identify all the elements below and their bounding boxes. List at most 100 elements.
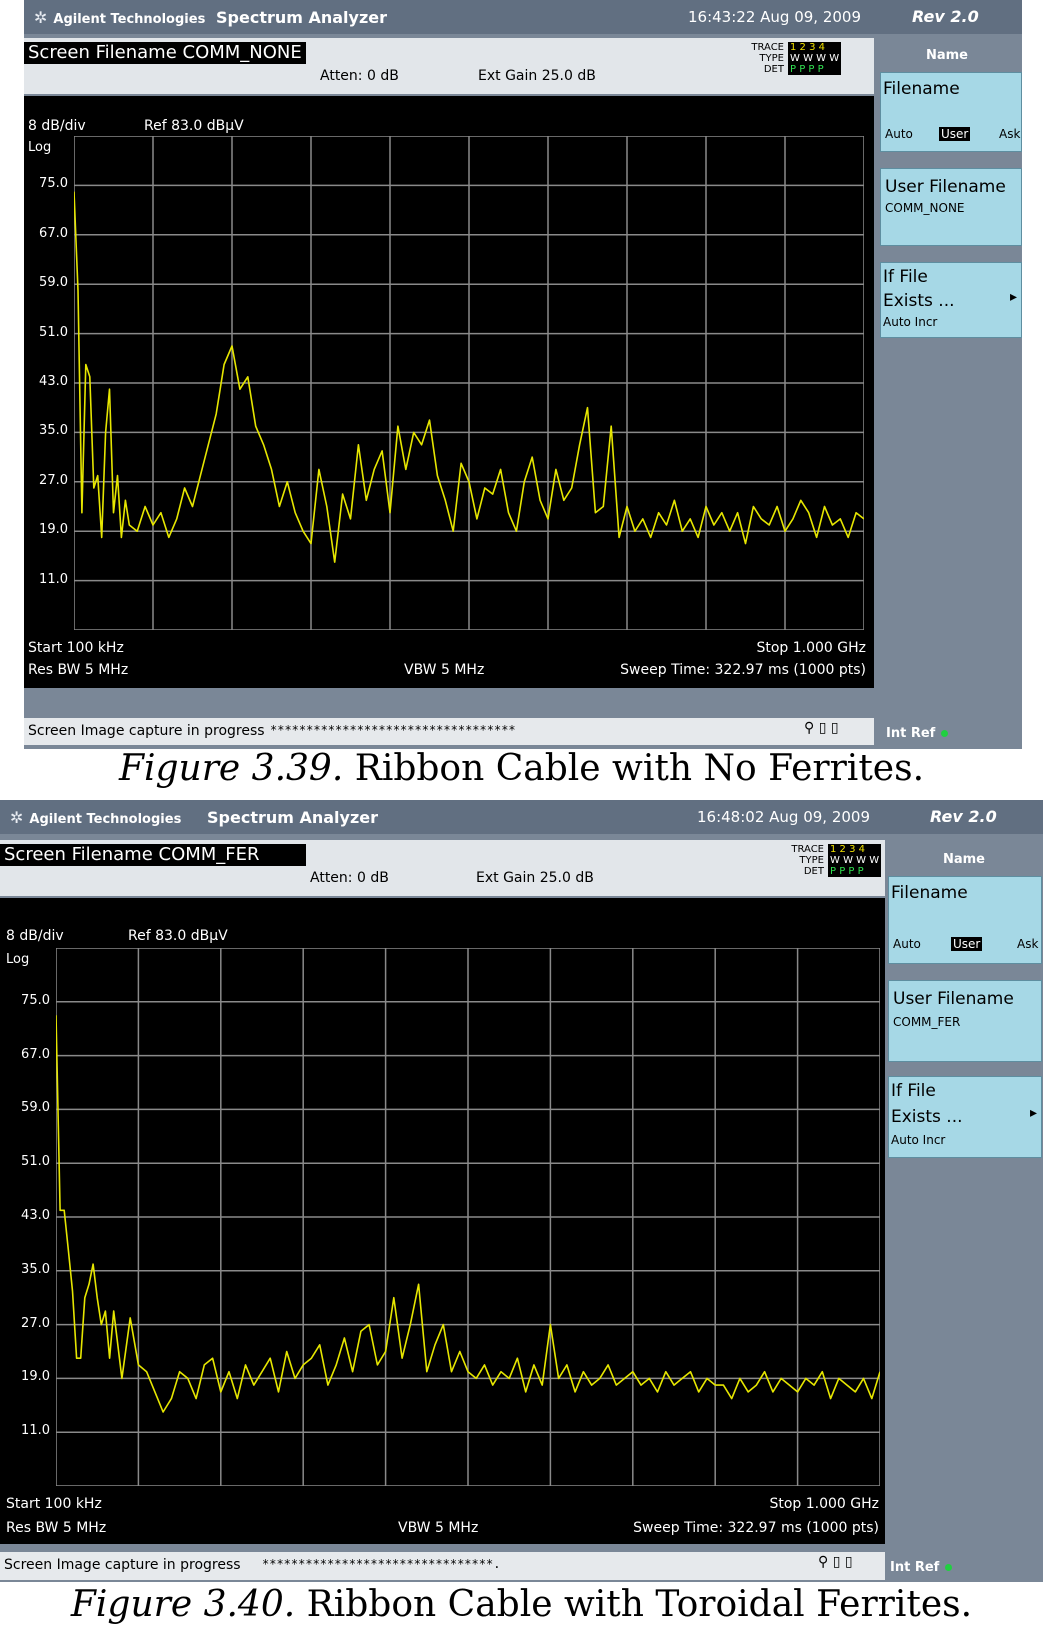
display-area: 8 dB/div Ref 83.0 dBµV Log 75.0 67.0 59.0 5… bbox=[24, 96, 874, 688]
status-progress: ********************************** bbox=[270, 723, 516, 737]
y-tick-label: 75.0 bbox=[21, 992, 50, 1008]
y-tick-label: 19.0 bbox=[21, 1369, 50, 1385]
softkey-user-filename[interactable]: User Filename COMM_NONE bbox=[880, 168, 1022, 246]
y-tick-label: 27.0 bbox=[21, 1315, 50, 1331]
video-bandwidth: VBW 5 MHz bbox=[404, 662, 485, 678]
y-tick-label: 19.0 bbox=[39, 522, 68, 538]
settings-bar: Screen Filename COMM_NONE Atten: 0 dB Ex… bbox=[24, 38, 874, 94]
y-tick-label: 35.0 bbox=[21, 1261, 50, 1277]
scale-per-division: 8 dB/div bbox=[28, 118, 86, 134]
scale-per-division: 8 dB/div bbox=[6, 928, 64, 944]
spectrum-plot bbox=[56, 948, 880, 1486]
spectrum-plot bbox=[74, 136, 864, 630]
app-title: Spectrum Analyzer bbox=[216, 8, 388, 27]
trace-types: W W W W bbox=[830, 855, 880, 866]
agilent-logo: ✲ Agilent Technologies bbox=[34, 8, 205, 27]
trace-label: TRACE bbox=[751, 42, 784, 53]
softkey-user-filename-label: User Filename bbox=[893, 989, 1014, 1009]
det-label: DET bbox=[763, 64, 784, 75]
softkey-filename-label: Filename bbox=[891, 883, 968, 903]
screen-filename: Screen Filename COMM_FER bbox=[0, 844, 306, 866]
option-user[interactable]: User bbox=[951, 937, 983, 951]
title-bar: ✲ Agilent Technologies Spectrum Analyzer … bbox=[0, 800, 1043, 834]
y-tick-label: 43.0 bbox=[39, 374, 68, 389]
scale-type: Log bbox=[28, 140, 52, 155]
softkey-filename[interactable]: Filename Auto User Ask bbox=[880, 72, 1022, 152]
analyzer-screenshot-2: ✲ Agilent Technologies Spectrum Analyzer … bbox=[0, 800, 1043, 1582]
screen-filename: Screen Filename COMM_NONE bbox=[24, 42, 306, 64]
int-ref-label: Int Ref bbox=[886, 726, 936, 741]
revision-label: Rev 2.0 bbox=[930, 807, 997, 826]
option-user[interactable]: User bbox=[939, 127, 971, 141]
agilent-spark-icon: ✲ bbox=[10, 808, 24, 827]
stop-frequency: Stop 1.000 GHz bbox=[769, 1496, 879, 1512]
status-led-icon bbox=[941, 730, 949, 737]
y-tick-label: 59.0 bbox=[21, 1100, 50, 1116]
app-title: Spectrum Analyzer bbox=[207, 808, 379, 827]
trace-numbers: 1 2 3 4 bbox=[830, 844, 865, 855]
reference-level: Ref 83.0 dBµV bbox=[128, 928, 228, 944]
scale-type: Log bbox=[6, 952, 30, 967]
trace-numbers: 1 2 3 4 bbox=[790, 42, 825, 53]
y-tick-label: 35.0 bbox=[39, 423, 68, 439]
option-ask[interactable]: Ask bbox=[999, 127, 1020, 141]
status-led-icon bbox=[945, 1564, 953, 1571]
status-bar: Screen Image capture in progress *******… bbox=[0, 1552, 885, 1580]
trace-indicators[interactable]: 1 2 3 4 W W W W P P P P bbox=[828, 844, 882, 877]
status-progress: ********************************. bbox=[262, 1557, 501, 1571]
usb-icon: ⚲ ▯ ▯ bbox=[818, 1554, 853, 1570]
submenu-arrow-icon: ▸ bbox=[1009, 289, 1017, 305]
figure-caption-2: Figure 3.40. Ribbon Cable with Toroidal … bbox=[0, 1584, 1043, 1625]
menu-title: Name bbox=[942, 852, 985, 867]
brand-name: Agilent Technologies bbox=[53, 12, 206, 27]
y-tick-label: 43.0 bbox=[21, 1208, 50, 1223]
sweep-time: Sweep Time: 322.97 ms (1000 pts) bbox=[620, 662, 866, 678]
if-file-line-2: Exists ... bbox=[891, 1107, 963, 1127]
caption-label: Figure 3.40. bbox=[70, 1584, 296, 1625]
softkey-filename-label: Filename bbox=[883, 79, 960, 99]
softkey-user-filename-label: User Filename bbox=[885, 177, 1006, 197]
resolution-bandwidth: Res BW 5 MHz bbox=[6, 1520, 107, 1536]
y-tick-label: 11.0 bbox=[39, 571, 68, 587]
sweep-time: Sweep Time: 322.97 ms (1000 pts) bbox=[633, 1520, 879, 1536]
option-auto[interactable]: Auto bbox=[893, 937, 921, 951]
ext-gain: Ext Gain 25.0 dB bbox=[476, 870, 594, 886]
trace-indicators[interactable]: 1 2 3 4 W W W W P P P P bbox=[788, 42, 842, 75]
int-ref-indicator: Int Ref bbox=[886, 726, 949, 741]
ext-gain: Ext Gain 25.0 dB bbox=[478, 68, 596, 84]
if-file-line-2: Exists ... bbox=[883, 291, 955, 311]
status-message: Screen Image capture in progress bbox=[28, 723, 265, 739]
option-ask[interactable]: Ask bbox=[1017, 937, 1038, 951]
type-label: TYPE bbox=[799, 855, 824, 866]
y-tick-label: 67.0 bbox=[21, 1046, 50, 1062]
display-area: 8 dB/div Ref 83.0 dBµV Log 75.0 67.0 59.0 5… bbox=[0, 898, 885, 1544]
analyzer-screenshot-1: ✲ Agilent Technologies Spectrum Analyzer … bbox=[24, 0, 1022, 749]
agilent-logo: ✲ Agilent Technologies bbox=[10, 808, 181, 827]
trace-labels: TRACE TYPE DET bbox=[782, 844, 824, 877]
status-bar: Screen Image capture in progress *******… bbox=[24, 718, 874, 745]
y-tick-label: 51.0 bbox=[39, 324, 68, 340]
usb-icon: ⚲ ▯ ▯ bbox=[804, 720, 839, 736]
reference-level: Ref 83.0 dBµV bbox=[144, 118, 244, 134]
attenuation: Atten: 0 dB bbox=[320, 68, 399, 84]
trace-label: TRACE bbox=[791, 844, 824, 855]
softkey-if-file-exists[interactable]: If File Exists ... Auto Incr ▸ bbox=[880, 262, 1022, 338]
softkey-filename[interactable]: Filename Auto User Ask bbox=[888, 876, 1042, 964]
caption-text: Ribbon Cable with Toroidal Ferrites. bbox=[295, 1584, 973, 1625]
brand-name: Agilent Technologies bbox=[29, 812, 182, 827]
menu-title: Name bbox=[925, 48, 968, 63]
det-label: DET bbox=[803, 866, 824, 877]
timestamp: 16:43:22 Aug 09, 2009 bbox=[688, 8, 861, 26]
softkey-user-filename[interactable]: User Filename COMM_FER bbox=[888, 980, 1042, 1062]
option-auto[interactable]: Auto bbox=[885, 127, 913, 141]
trace-types: W W W W bbox=[790, 53, 840, 64]
trace-detectors: P P P P bbox=[790, 64, 824, 75]
revision-label: Rev 2.0 bbox=[912, 7, 979, 26]
softkey-if-file-exists[interactable]: If File Exists ... Auto Incr ▸ bbox=[888, 1076, 1042, 1158]
int-ref-indicator: Int Ref bbox=[890, 1560, 953, 1575]
start-frequency: Start 100 kHz bbox=[6, 1496, 102, 1512]
title-bar: ✲ Agilent Technologies Spectrum Analyzer … bbox=[24, 0, 1022, 34]
trace-detectors: P P P P bbox=[830, 866, 864, 877]
video-bandwidth: VBW 5 MHz bbox=[398, 1520, 479, 1536]
if-file-value: Auto Incr bbox=[891, 1133, 946, 1147]
